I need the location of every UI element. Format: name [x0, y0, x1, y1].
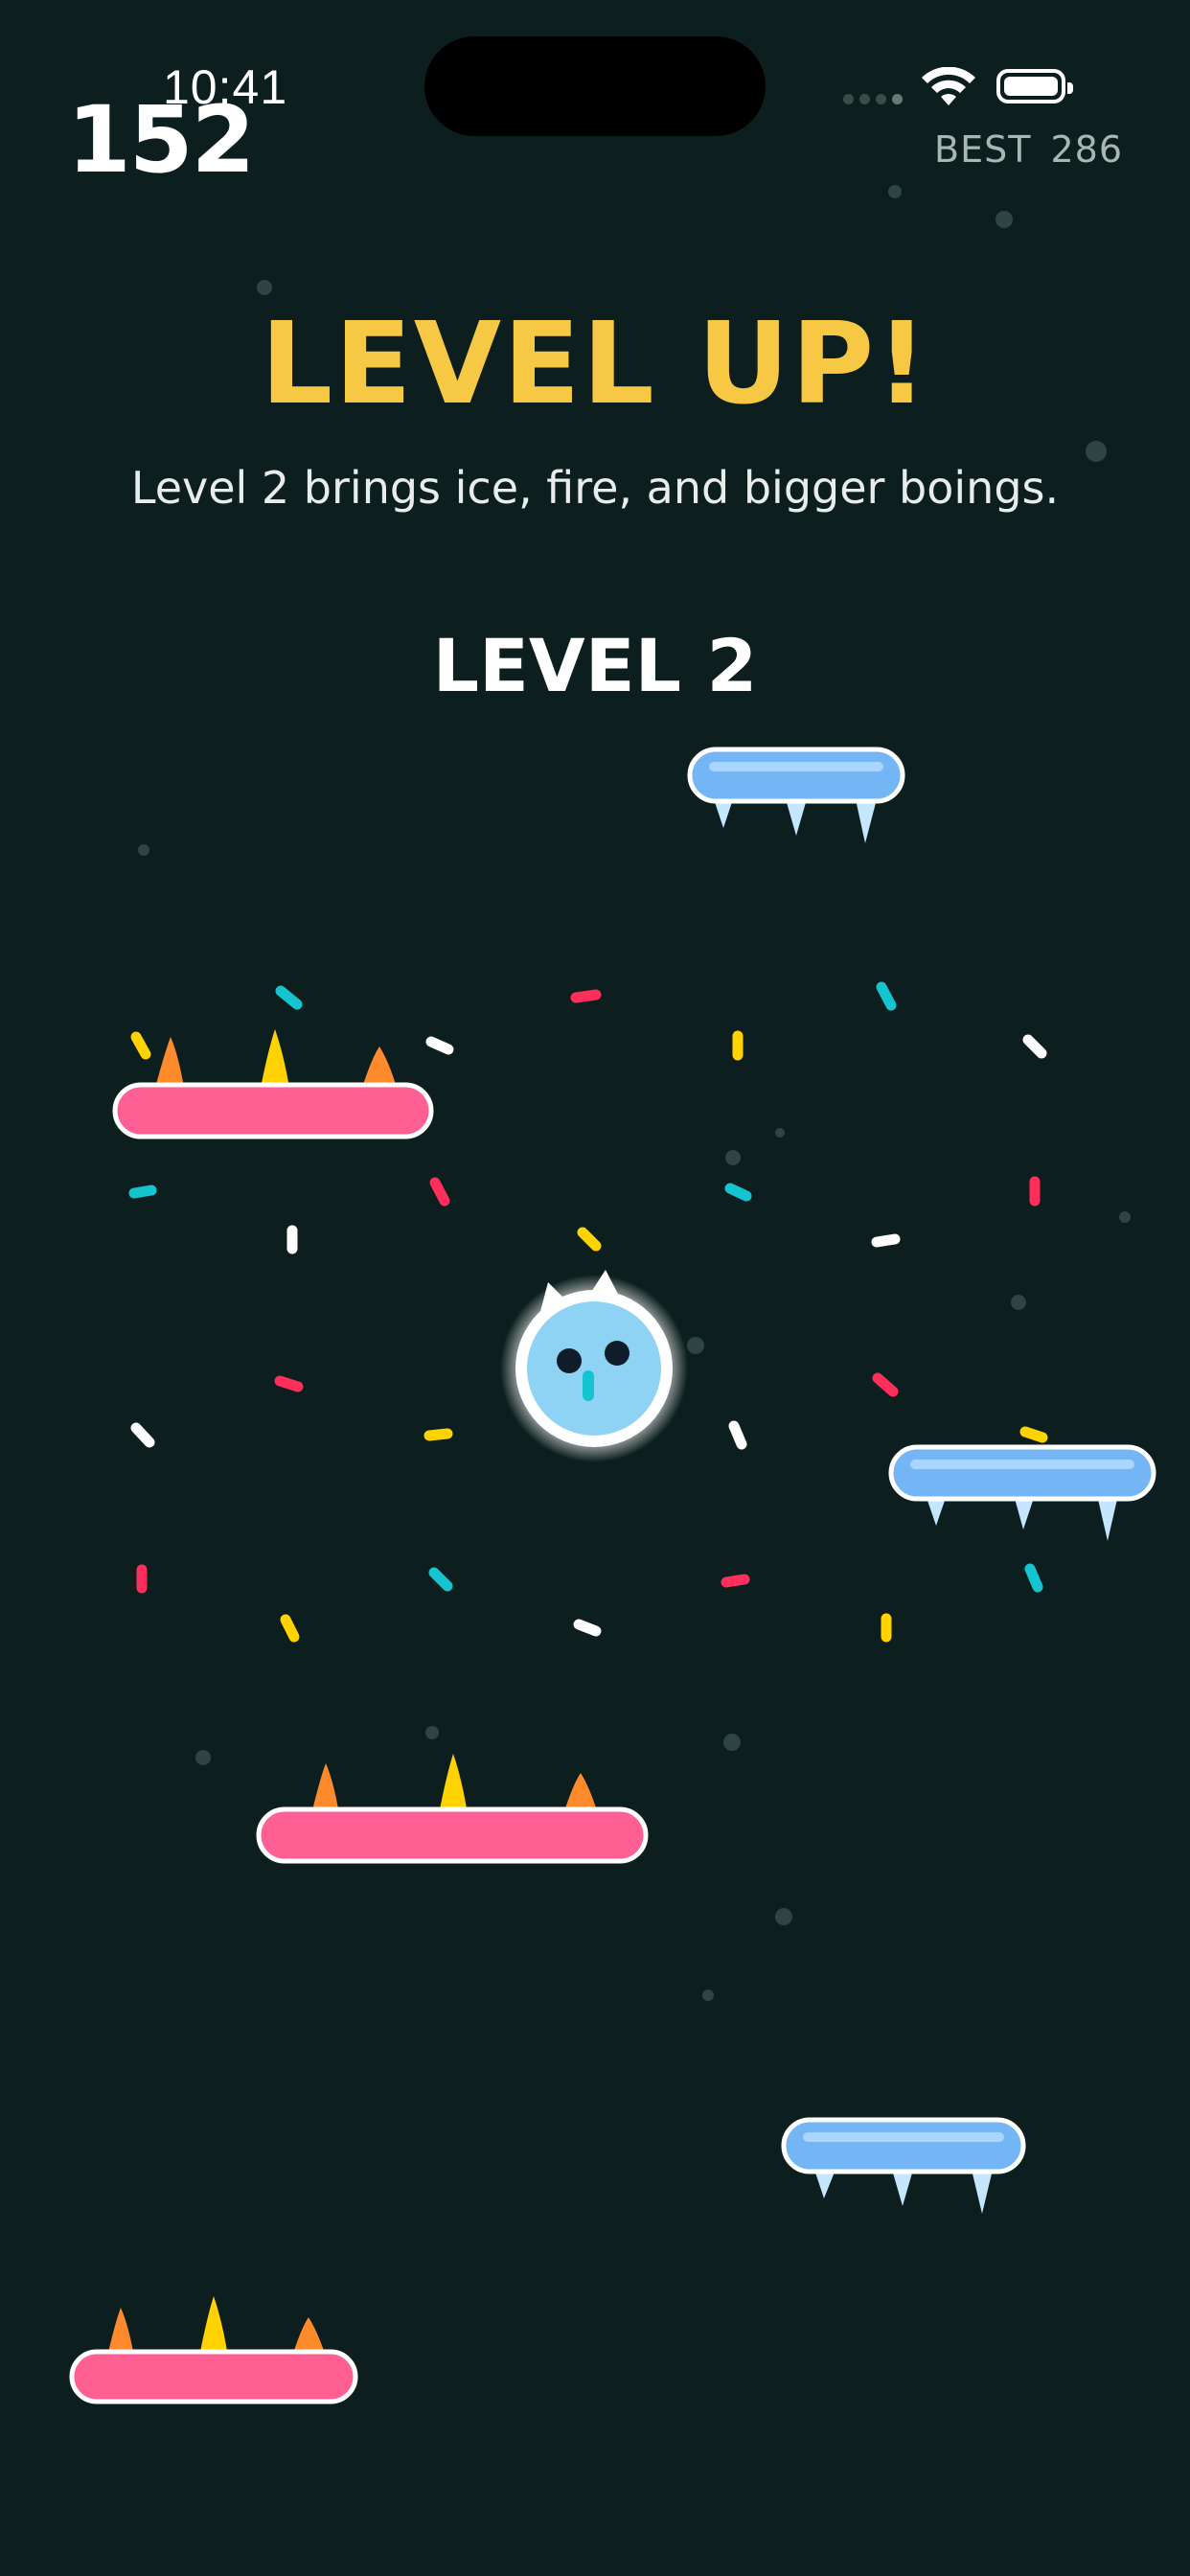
- ice-platform: [687, 747, 905, 843]
- fire-platform: [69, 2296, 358, 2404]
- fire-platform: [256, 1754, 649, 1864]
- player-character: [500, 1270, 688, 1462]
- game-scene[interactable]: [0, 0, 1190, 2576]
- ice-platform: [781, 2117, 1026, 2214]
- ice-platform: [888, 1444, 1156, 1541]
- fire-platform: [112, 1029, 434, 1139]
